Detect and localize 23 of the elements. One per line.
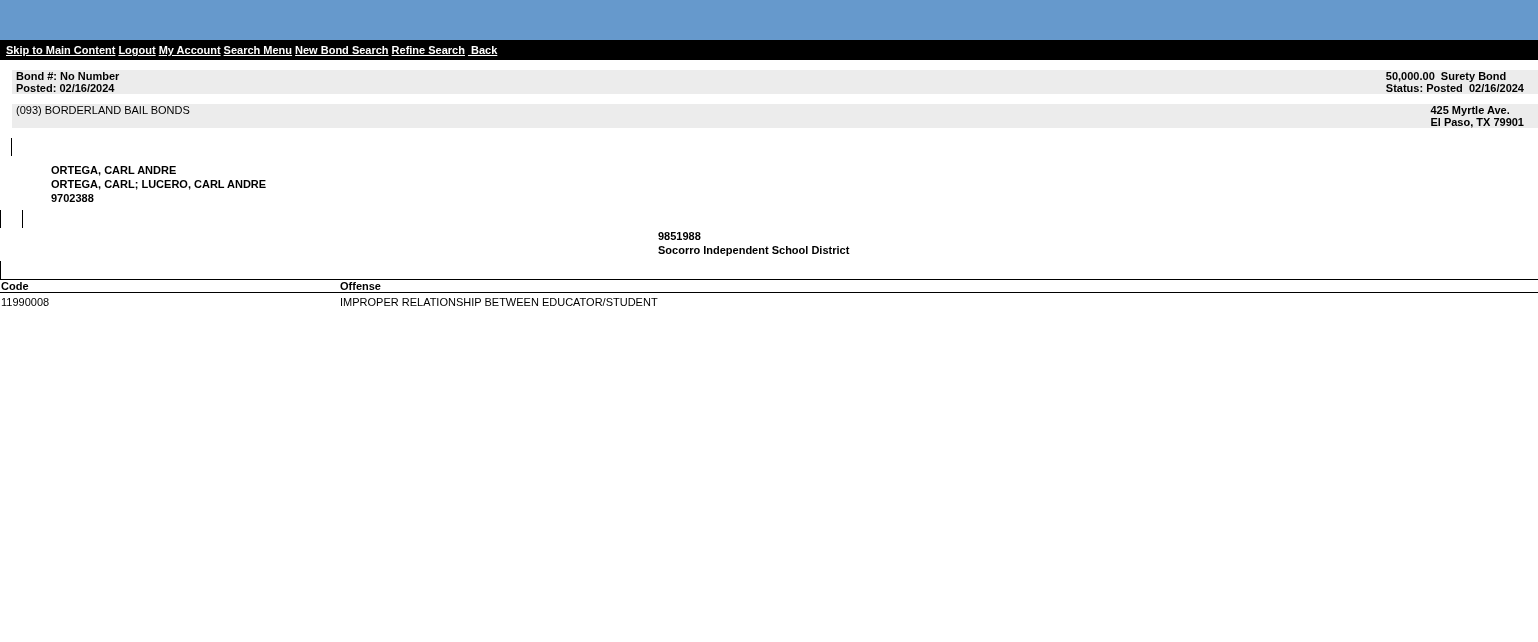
case-number: 9851988 (658, 229, 701, 243)
nav-link[interactable]: Logout (118, 44, 156, 56)
nav-link[interactable]: Skip to Main Content (6, 44, 116, 56)
column-header: Offense (340, 280, 381, 292)
surety-city: El Paso, TX 79901 (1430, 116, 1524, 128)
table-cell: IMPROPER RELATIONSHIP BETWEEN EDUCATOR/STUDENT (340, 296, 658, 309)
nav-link[interactable]: Search Menu (223, 44, 293, 56)
bond-amount: 50,000.00 Surety Bond (1385, 70, 1508, 82)
bond-status: Status: Posted 02/16/2024 (1385, 82, 1524, 94)
defendant-id: 9702388 (51, 191, 94, 205)
nav-link[interactable]: My Account (158, 44, 221, 56)
agency-name: Socorro Independent School District (658, 243, 850, 257)
defendant-aliases: ORTEGA, CARL; LUCERO, CARL ANDRE (51, 177, 267, 191)
nav-link[interactable]: New Bond Search (295, 44, 389, 56)
surety-address: 425 Myrtle Ave. (1430, 104, 1511, 116)
bond-number: Bond #: No Number (16, 70, 120, 82)
defendant-name: ORTEGA, CARL ANDRE (51, 163, 177, 177)
surety-name: (093) BORDERLAND BAIL BONDS (16, 104, 190, 116)
nav-link[interactable]: Back (467, 44, 498, 56)
table-cell-text: 11990008 (0, 296, 51, 309)
nav-link[interactable]: Refine Search (391, 44, 465, 56)
posted-date: Posted: 02/16/2024 (16, 82, 116, 94)
column-header: Code (0, 280, 30, 292)
